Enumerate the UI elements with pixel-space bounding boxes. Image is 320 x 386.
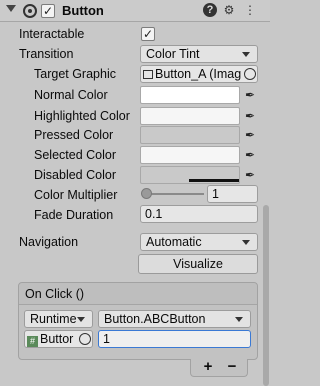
interactable-label: Interactable — [19, 27, 85, 41]
transition-dropdown[interactable]: Color Tint — [140, 45, 258, 63]
target-graphic-value: Button_A (Imag — [155, 67, 242, 81]
pressed-color-label: Pressed Color — [34, 128, 114, 142]
eyedropper-icon[interactable]: ✒ — [243, 109, 257, 123]
onclick-object-value: Buttor — [40, 332, 74, 346]
chevron-down-icon — [77, 317, 85, 322]
context-menu-icon[interactable]: ⋮ — [243, 3, 257, 17]
chevron-down-icon — [242, 52, 250, 57]
highlighted-color-swatch[interactable] — [140, 107, 240, 125]
pressed-color-swatch[interactable] — [140, 126, 240, 144]
list-add-remove-bar: + − — [190, 359, 248, 377]
component-header: ✓ Button ? ⚙ ⋮ — [0, 0, 270, 22]
component-title: Button — [62, 3, 104, 18]
object-picker-icon[interactable] — [79, 333, 91, 345]
object-picker-icon[interactable] — [244, 68, 256, 80]
eyedropper-icon[interactable]: ✒ — [243, 148, 257, 162]
button-component-icon — [23, 4, 37, 18]
inspector-scrollbar[interactable] — [263, 205, 269, 386]
navigation-value: Automatic — [146, 235, 202, 249]
target-graphic-label: Target Graphic — [34, 67, 116, 81]
component-enabled-checkbox[interactable]: ✓ — [41, 4, 55, 18]
function-value: Button.ABCButton — [104, 312, 206, 326]
interactable-checkbox[interactable]: ✓ — [141, 27, 155, 41]
selected-color-label: Selected Color — [34, 148, 116, 162]
function-dropdown[interactable]: Button.ABCButton — [98, 310, 251, 328]
runtime-dropdown[interactable]: Runtime — [24, 310, 93, 328]
alpha-bar — [189, 179, 239, 182]
presets-icon[interactable]: ⚙ — [222, 3, 236, 17]
transition-value: Color Tint — [146, 47, 200, 61]
multiplier-slider-thumb[interactable] — [141, 188, 152, 199]
fade-duration-label: Fade Duration — [34, 208, 114, 222]
help-icon[interactable]: ? — [203, 3, 217, 17]
runtime-value: Runtime — [30, 312, 77, 326]
highlighted-color-label: Highlighted Color — [34, 109, 130, 123]
fade-duration-input[interactable]: 0.1 — [140, 205, 258, 223]
navigation-dropdown[interactable]: Automatic — [140, 233, 258, 251]
target-graphic-field[interactable]: Button_A (Imag — [140, 65, 258, 83]
chevron-down-icon — [235, 317, 243, 322]
transition-label: Transition — [19, 47, 74, 61]
script-object-icon: # — [27, 336, 38, 347]
eyedropper-icon[interactable]: ✒ — [243, 128, 257, 142]
foldout-arrow-icon[interactable] — [6, 5, 16, 12]
add-icon[interactable]: + — [199, 359, 217, 375]
color-multiplier-label: Color Multiplier — [34, 188, 118, 202]
color-multiplier-input[interactable]: 1 — [207, 185, 258, 203]
disabled-color-swatch[interactable] — [140, 166, 240, 184]
onclick-argument-input[interactable]: 1 — [98, 330, 251, 348]
selected-color-swatch[interactable] — [140, 146, 240, 164]
normal-color-swatch[interactable] — [140, 86, 240, 104]
eyedropper-icon[interactable]: ✒ — [243, 168, 257, 182]
disabled-color-label: Disabled Color — [34, 168, 116, 182]
eyedropper-icon[interactable]: ✒ — [243, 88, 257, 102]
visualize-button[interactable]: Visualize — [138, 254, 258, 274]
normal-color-label: Normal Color — [34, 88, 108, 102]
image-object-icon — [143, 70, 153, 79]
onclick-title: On Click () — [19, 283, 257, 305]
chevron-down-icon — [242, 240, 250, 245]
remove-icon[interactable]: − — [223, 359, 241, 375]
navigation-label: Navigation — [19, 235, 79, 249]
